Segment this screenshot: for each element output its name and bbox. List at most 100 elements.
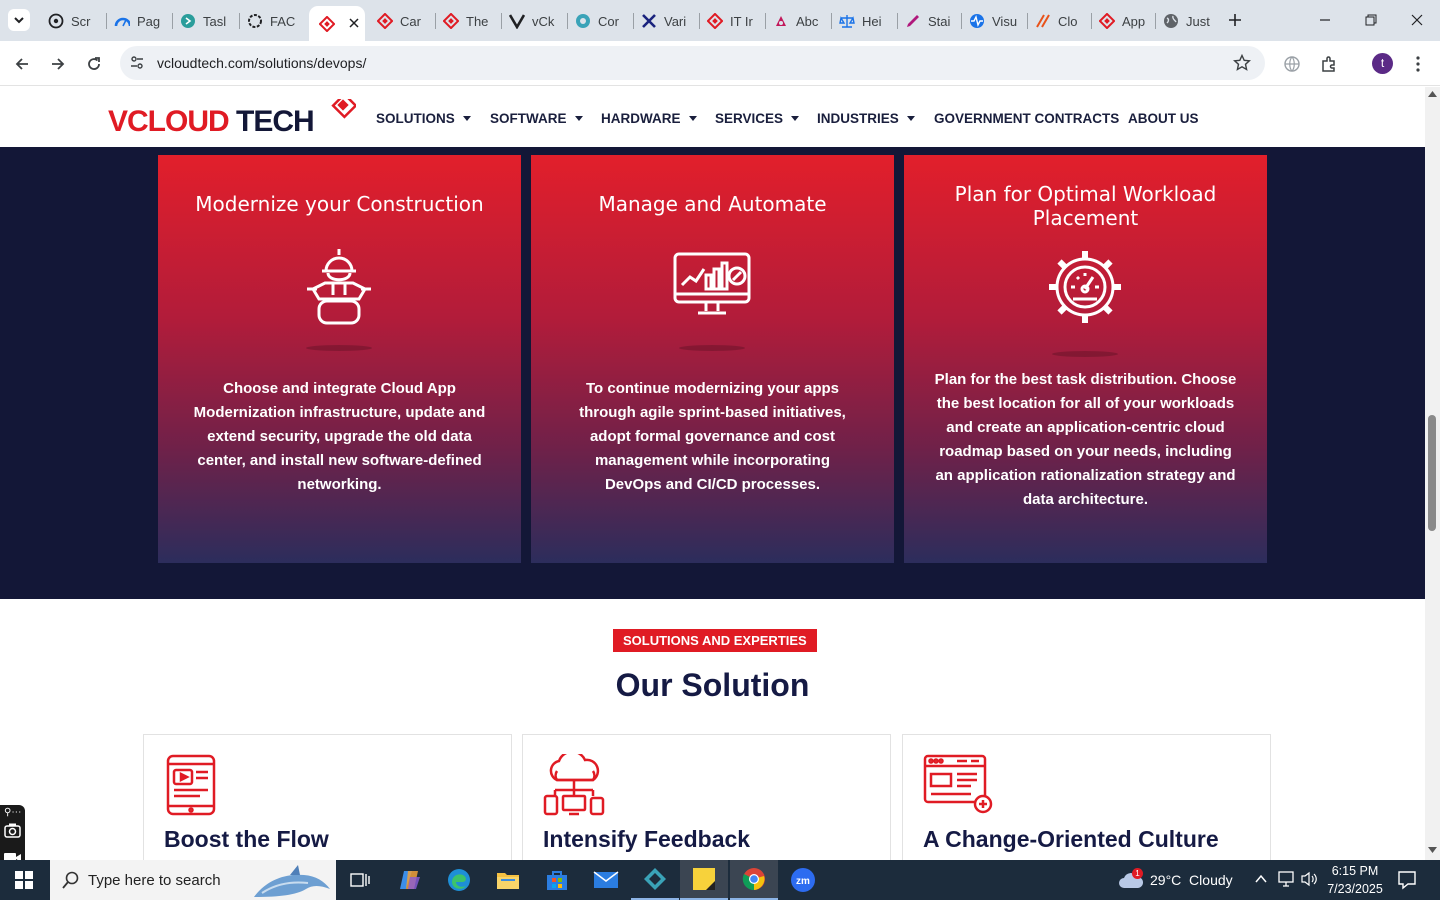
tab-separator [501,13,502,29]
app-diamond-button[interactable] [631,860,679,900]
back-button[interactable] [11,53,33,75]
start-button[interactable] [0,860,48,900]
nav-item-software[interactable]: SOFTWARE [490,111,583,126]
file-explorer-button[interactable] [484,860,532,900]
edge-button[interactable] [435,860,483,900]
svg-text:TECH: TECH [236,105,314,138]
browser-tab-label: Cor [598,13,619,29]
weather-widget[interactable]: 1 29°C Cloudy [1116,860,1240,900]
solution-card[interactable]: A Change-Oriented Culture [902,734,1271,860]
forward-button[interactable] [47,53,69,75]
scrollbar-thumb[interactable] [1428,415,1436,531]
feature-card-text: To continue modernizing your apps throug… [579,380,846,493]
extensions-icon[interactable] [1318,53,1340,75]
teal-icon [575,13,591,29]
notification-center-button[interactable] [1397,870,1417,895]
browser-tab[interactable]: Stai [905,8,963,34]
search-icon [62,871,79,889]
profile-avatar[interactable]: t [1372,53,1393,74]
browser-tab-label: FAC [270,13,296,29]
nav-item-services[interactable]: SERVICES [715,111,800,126]
video-record-icon[interactable] [3,851,22,860]
solution-card[interactable]: Boost the Flow [143,734,512,860]
new-tab-button[interactable] [1224,9,1246,31]
browser-tab[interactable]: The [443,8,503,34]
tab-separator [1091,13,1092,29]
browser-tab[interactable]: Cor [575,8,633,34]
browser-menu-icon[interactable] [1407,53,1429,75]
nav-item-government-contracts[interactable]: GOVERNMENT CONTRACTS [934,111,1119,126]
close-window-button[interactable] [1406,9,1428,31]
sticky-notes-button[interactable] [680,860,728,900]
browser-tab[interactable]: Pag [114,8,174,34]
translate-icon[interactable] [1281,53,1303,75]
feature-card-title: Manage and Automate [598,192,827,216]
tab-separator [239,13,240,29]
reload-button[interactable] [83,53,105,75]
browser-tab-label: The [466,13,489,29]
browser-tab[interactable]: IT Ir [707,8,767,34]
browser-tab[interactable]: Clo [1035,8,1093,34]
vcloud-icon [319,15,335,32]
x-icon [641,13,657,29]
tab-separator [435,13,436,29]
bookmark-star-icon[interactable] [1232,53,1252,72]
clock-time: 6:15 PM [1331,864,1379,878]
weather-text: 29°C Cloudy [1150,872,1233,888]
svg-text:zm: zm [796,876,810,887]
diamond-app-icon [644,868,666,890]
monitor-chart-icon [672,251,752,326]
nav-item-solutions[interactable]: SOLUTIONS [376,111,471,126]
notification-icon [1398,871,1416,890]
browser-tab[interactable]: FAC [247,8,305,34]
minimize-button[interactable] [1314,9,1336,31]
slash-icon [1035,13,1051,29]
browser-tab-label: IT Ir [730,13,753,29]
url-text[interactable]: vcloudtech.com/solutions/devops/ [157,55,366,71]
browser-tab[interactable]: App [1099,8,1157,34]
camera-icon[interactable] [4,823,21,843]
browser-tab[interactable]: Hei [839,8,897,34]
browser-tab[interactable]: vCk [509,8,567,34]
page-scrollbar[interactable] [1425,87,1440,860]
store-button[interactable] [533,860,581,900]
browser-toolbar: vcloudtech.com/solutions/devops/ t [0,41,1440,86]
solution-card[interactable]: Intensify Feedback [522,734,891,860]
close-tab-icon[interactable] [349,16,359,31]
volume-button[interactable] [1300,871,1318,892]
browser-tab[interactable]: Abc [773,8,831,34]
chrome-button[interactable] [730,860,778,900]
browser-tab[interactable]: Just [1163,8,1221,34]
browser-tab[interactable]: Scr [48,8,108,34]
folder-icon [497,873,519,889]
chevron-up-icon [1255,874,1267,883]
dolphin-banner-icon [254,865,330,897]
browser-tab[interactable]: Tasl [180,8,238,34]
tab-separator [897,13,898,29]
browser-tab[interactable]: Car [377,8,435,34]
icon-shadow [306,345,372,351]
nav-item-industries[interactable]: INDUSTRIES [817,111,915,126]
show-hidden-icons-button[interactable] [1254,872,1268,891]
restore-button[interactable] [1360,9,1382,31]
browser-tab[interactable]: Vari [641,8,699,34]
network-button[interactable] [1278,871,1296,892]
nav-item-hardware[interactable]: HARDWARE [601,111,697,126]
mail-button[interactable] [582,860,630,900]
site-logo[interactable]: VCLOUD TECH [108,92,358,139]
zoom-button[interactable]: zm [779,860,827,900]
copilot-button[interactable] [386,860,434,900]
site-header: VCLOUD TECH SOLUTIONS SOFTWARE HARDWARE SER… [0,87,1425,147]
zoom-icon: zm [791,868,815,892]
site-info-icon[interactable] [129,55,145,71]
task-view-button[interactable] [336,860,384,900]
tab-search-button[interactable] [8,9,30,31]
address-bar[interactable]: vcloudtech.com/solutions/devops/ [120,46,1265,80]
clock[interactable]: 6:15 PM 7/23/2025 [1322,862,1388,898]
recorder-link-icon[interactable]: ⚲⋯ [4,807,21,818]
vcloud-icon [1099,13,1115,29]
browser-tab[interactable]: Visu [969,8,1029,34]
nav-item-about-us[interactable]: ABOUT US [1128,111,1199,126]
browser-tab[interactable] [309,6,365,41]
taskbar-search-box[interactable]: Type here to search [50,860,336,900]
